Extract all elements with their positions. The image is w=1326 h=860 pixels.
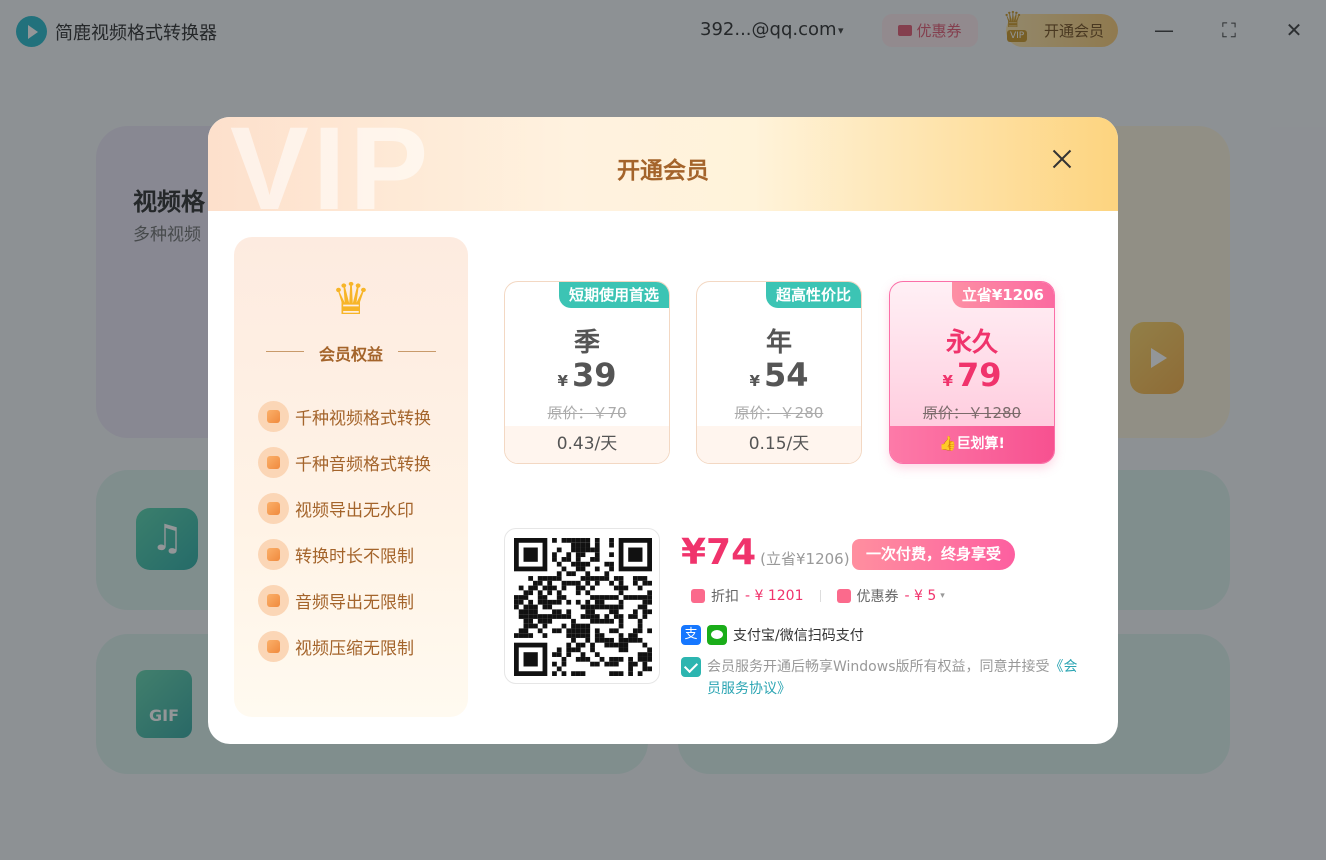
pay-method-text: 支付宝/微信扫码支付 xyxy=(733,628,864,644)
price-value: 54 xyxy=(763,356,809,394)
discount-row: 折扣 - ¥ 1201 优惠券 - ¥ 5 ▾ xyxy=(691,586,945,606)
coupon-icon xyxy=(836,589,851,603)
great-deal-label: 👍巨划算! xyxy=(890,426,1054,463)
benefits-panel: ♛ 会员权益 千种视频格式转换 千种音频格式转换 视频导出无水印 转换时长不限制… xyxy=(234,237,468,717)
coupon-label[interactable]: 优惠券 xyxy=(857,586,899,606)
discount-icon xyxy=(691,589,705,603)
discount-label: 折扣 xyxy=(711,589,739,605)
coupon-value[interactable]: - ¥ 5 xyxy=(905,588,937,604)
crown-icon: ♛ xyxy=(331,274,371,325)
benefit-item: 千种音频格式转换 xyxy=(258,446,431,478)
plan-quarterly[interactable]: 短期使用首选 季 ¥39 原价：￥70 0.43/天 xyxy=(504,281,670,464)
original-price: 原价：￥1280 xyxy=(922,404,1022,422)
benefit-item: 转换时长不限制 xyxy=(258,538,414,570)
benefit-label: 千种音频格式转换 xyxy=(295,454,431,475)
benefit-item: 音频导出无限制 xyxy=(258,584,414,616)
benefit-item: 千种视频格式转换 xyxy=(258,400,431,432)
modal-header: VIP 开通会员 xyxy=(208,117,1118,235)
vip-modal: VIP 开通会员 ♛ 会员权益 千种视频格式转换 千种音频格式转换 视频导出无水… xyxy=(208,117,1118,744)
plan-badge: 短期使用首选 xyxy=(558,282,669,308)
plan-price: ¥54 xyxy=(697,356,861,394)
agree-checkbox[interactable] xyxy=(681,657,701,677)
plan-badge: 超高性价比 xyxy=(765,282,861,308)
wechat-pay-icon xyxy=(707,625,727,645)
video-convert-icon xyxy=(258,400,289,432)
currency-symbol: ¥ xyxy=(557,372,568,390)
per-day-price: 0.43/天 xyxy=(505,426,669,463)
benefit-label: 音频导出无限制 xyxy=(295,592,414,613)
chevron-down-icon[interactable]: ▾ xyxy=(940,591,945,601)
price-value: 39 xyxy=(571,356,617,394)
original-price: 原价：￥70 xyxy=(547,404,627,422)
benefit-item: 视频导出无水印 xyxy=(258,492,414,524)
agreement-text: 会员服务开通后畅享Windows版所有权益，同意并接受《会员服务协议》 xyxy=(707,656,1091,700)
pay-amount: ¥74 (立省¥1206) xyxy=(681,532,850,573)
divider xyxy=(819,590,821,602)
audio-convert-icon xyxy=(258,446,289,478)
qr-code-icon xyxy=(514,538,652,676)
price-value: 79 xyxy=(956,356,1002,394)
per-day-price: 0.15/天 xyxy=(697,426,861,463)
benefits-title: 会员权益 xyxy=(318,345,383,364)
benefit-item: 视频压缩无限制 xyxy=(258,630,414,662)
modal-title: 开通会员 xyxy=(617,158,709,184)
plan-yearly[interactable]: 超高性价比 年 ¥54 原价：￥280 0.15/天 xyxy=(696,281,862,464)
benefit-label: 视频导出无水印 xyxy=(295,500,414,521)
plan-name: 年 xyxy=(765,328,792,358)
pay-total: ¥74 xyxy=(681,532,757,573)
pay-savings: (立省¥1206) xyxy=(760,550,850,568)
no-watermark-icon xyxy=(258,492,289,524)
clock-icon xyxy=(258,538,289,570)
plan-name: 永久 xyxy=(945,328,998,358)
plan-badge: 立省¥1206 xyxy=(951,282,1054,308)
close-icon[interactable] xyxy=(1050,147,1074,171)
plan-price: ¥79 xyxy=(890,356,1054,394)
compress-icon xyxy=(258,630,289,662)
alipay-icon: 支 xyxy=(681,625,701,645)
pay-method: 支 支付宝/微信扫码支付 xyxy=(681,625,864,645)
plan-price: ¥39 xyxy=(505,356,669,394)
plan-name: 季 xyxy=(573,328,600,358)
currency-symbol: ¥ xyxy=(942,372,953,390)
agreement: 会员服务开通后畅享Windows版所有权益，同意并接受《会员服务协议》 xyxy=(681,656,1091,700)
currency-symbol: ¥ xyxy=(749,372,760,390)
benefit-label: 千种视频格式转换 xyxy=(295,408,431,429)
payment-qr-code xyxy=(504,528,660,684)
benefit-label: 视频压缩无限制 xyxy=(295,638,414,659)
divider-right xyxy=(398,351,436,352)
audio-export-icon xyxy=(258,584,289,616)
original-price: 原价：￥280 xyxy=(734,404,824,422)
lifetime-tag: 一次付费，终身享受 xyxy=(852,539,1016,570)
agreement-body: 会员服务开通后畅享Windows版所有权益，同意并接受 xyxy=(707,659,1050,675)
discount-value: - ¥ 1201 xyxy=(745,588,804,604)
benefit-label: 转换时长不限制 xyxy=(295,546,414,567)
plan-lifetime[interactable]: 立省¥1206 永久 ¥79 原价：￥1280 👍巨划算! xyxy=(889,281,1055,464)
